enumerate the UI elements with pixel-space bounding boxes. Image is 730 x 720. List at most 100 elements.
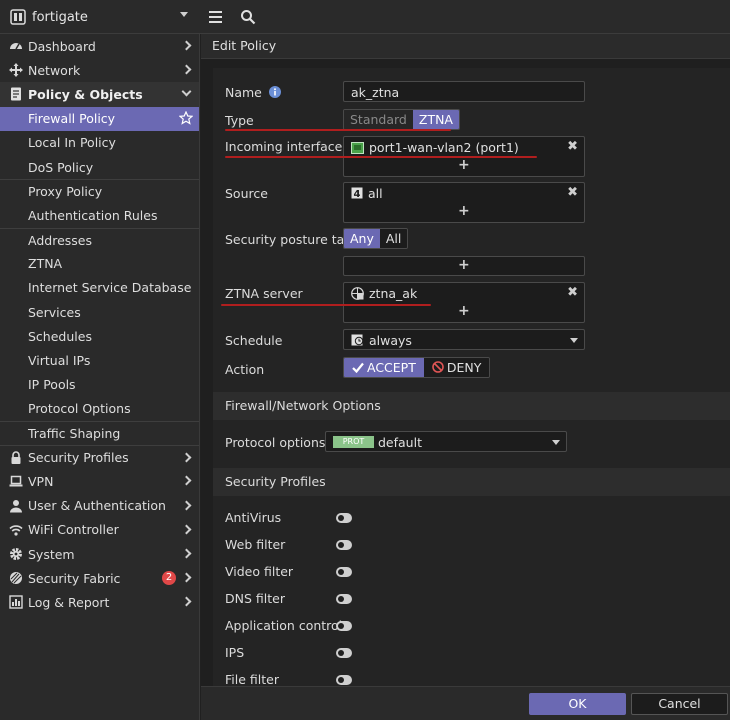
antivirus-label: AntiVirus xyxy=(225,510,282,525)
dns-filter-label: DNS filter xyxy=(225,591,285,606)
annotation-underline xyxy=(221,304,431,306)
chevron-down-icon xyxy=(180,12,188,17)
type-standard-option[interactable]: Standard xyxy=(344,110,413,129)
file-filter-label: File filter xyxy=(225,672,279,686)
close-icon[interactable]: ✖ xyxy=(567,139,578,154)
source-label: Source xyxy=(225,186,268,201)
add-ztna-server-button[interactable]: + xyxy=(458,303,470,319)
deny-icon xyxy=(432,361,444,373)
security-profiles-header: Security Profiles xyxy=(213,468,730,496)
device-name: fortigate xyxy=(32,9,88,25)
ok-button[interactable]: OK xyxy=(529,693,626,715)
sidebar-item-wifi-controller[interactable]: WiFi Controller xyxy=(0,518,199,542)
search-icon[interactable] xyxy=(240,9,256,25)
dialog-footer: OK Cancel xyxy=(201,686,730,720)
action-accept-label: ACCEPT xyxy=(367,360,416,375)
action-deny-option[interactable]: DENY xyxy=(423,358,490,377)
sidebar-item-dos-policy[interactable]: DoS Policy xyxy=(0,155,199,179)
star-icon[interactable] xyxy=(179,110,193,125)
sidebar-item-schedules[interactable]: Schedules xyxy=(0,324,199,348)
protocol-options-select[interactable]: PROT default xyxy=(325,431,567,452)
name-label: Name xyxy=(225,85,281,100)
notification-badge: 2 xyxy=(162,571,176,586)
device-selector[interactable]: fortigate xyxy=(0,0,200,34)
sidebar-item-policy-objects[interactable]: Policy & Objects xyxy=(0,82,199,107)
sidebar-item-label: VPN xyxy=(28,473,54,489)
sidebar-item-authentication-rules[interactable]: Authentication Rules xyxy=(0,203,199,227)
add-source-button[interactable]: + xyxy=(458,203,470,219)
security-posture-tag-field[interactable]: + xyxy=(343,256,585,276)
laptop-icon xyxy=(9,476,23,487)
security-posture-tag-label: Security posture tag xyxy=(225,232,353,247)
chevron-down-icon xyxy=(570,338,578,343)
application-control-toggle[interactable] xyxy=(336,621,352,631)
web-filter-toggle[interactable] xyxy=(336,540,352,550)
posture-any-option[interactable]: Any xyxy=(344,229,380,248)
add-posture-tag-button[interactable]: + xyxy=(458,257,470,273)
action-toggle: ACCEPT DENY xyxy=(343,357,491,378)
close-icon[interactable]: ✖ xyxy=(567,285,578,300)
network-icon xyxy=(9,63,23,78)
sidebar-item-vpn[interactable]: VPN xyxy=(0,469,199,493)
type-ztna-option[interactable]: ZTNA xyxy=(412,110,459,129)
address-icon: 4 xyxy=(351,187,363,199)
hamburger-menu-icon[interactable] xyxy=(208,9,224,25)
video-filter-toggle[interactable] xyxy=(336,567,352,577)
chevron-down-icon xyxy=(552,440,560,445)
sidebar-item-label: Policy & Objects xyxy=(28,86,143,102)
sidebar-item-local-in-policy[interactable]: Local In Policy xyxy=(0,131,199,155)
sidebar-item-internet-service-database[interactable]: Internet Service Database xyxy=(0,276,199,300)
incoming-interface-label: Incoming interface xyxy=(225,139,343,154)
sidebar-item-security-fabric[interactable]: Security Fabric 2 xyxy=(0,566,199,590)
protocol-tag: PROT xyxy=(333,436,374,448)
schedule-value: always xyxy=(369,333,412,348)
sidebar-item-label: Dashboard xyxy=(28,38,96,54)
sidebar-item-security-profiles[interactable]: Security Profiles xyxy=(0,445,199,469)
sidebar-item-label: Security Profiles xyxy=(28,450,129,466)
sidebar-item-label: Schedules xyxy=(28,328,92,344)
sidebar-item-label: Authentication Rules xyxy=(28,207,158,223)
sidebar-item-protocol-options[interactable]: Protocol Options xyxy=(0,397,199,421)
sidebar-item-proxy-policy[interactable]: Proxy Policy xyxy=(0,179,199,203)
user-icon xyxy=(10,499,22,513)
dns-filter-toggle[interactable] xyxy=(336,594,352,604)
sidebar-item-user-authentication[interactable]: User & Authentication xyxy=(0,494,199,518)
chevron-right-icon xyxy=(181,548,192,559)
type-toggle: Standard ZTNA xyxy=(343,109,460,130)
posture-all-option[interactable]: All xyxy=(379,229,408,248)
sidebar-item-network[interactable]: Network xyxy=(0,58,199,82)
incoming-interface-value: port1-wan-vlan2 (port1) xyxy=(369,140,519,155)
sidebar-item-addresses[interactable]: Addresses xyxy=(0,227,199,252)
sidebar-item-firewall-policy[interactable]: Firewall Policy xyxy=(0,106,199,131)
action-accept-option[interactable]: ACCEPT xyxy=(344,358,424,377)
add-incoming-interface-button[interactable]: + xyxy=(458,157,470,173)
top-bar: fortigate xyxy=(0,0,730,34)
sidebar-item-ip-pools[interactable]: IP Pools xyxy=(0,373,199,397)
source-field[interactable]: 4 all ✖ + xyxy=(343,182,585,223)
name-label-text: Name xyxy=(225,85,262,100)
antivirus-toggle[interactable] xyxy=(336,513,352,523)
ztna-server-label: ZTNA server xyxy=(225,286,303,301)
close-icon[interactable]: ✖ xyxy=(567,185,578,200)
sidebar-item-services[interactable]: Services xyxy=(0,300,199,324)
sidebar-item-virtual-ips[interactable]: Virtual IPs xyxy=(0,348,199,372)
lock-icon xyxy=(11,451,21,465)
ztna-server-icon xyxy=(351,287,364,300)
sidebar-item-log-report[interactable]: Log & Report xyxy=(0,590,199,614)
sidebar-item-label: Internet Service Database xyxy=(28,280,192,296)
ips-toggle[interactable] xyxy=(336,648,352,658)
type-label: Type xyxy=(225,113,254,128)
schedule-select[interactable]: always xyxy=(343,329,585,350)
protocol-options-value: default xyxy=(378,435,422,450)
cancel-button[interactable]: Cancel xyxy=(631,693,728,715)
ztna-server-field[interactable]: ztna_ak ✖ + xyxy=(343,282,585,323)
sidebar-item-label: Services xyxy=(28,304,81,320)
sidebar-item-ztna[interactable]: ZTNA xyxy=(0,252,199,276)
info-icon[interactable] xyxy=(268,86,281,98)
name-input[interactable]: ak_ztna xyxy=(343,81,585,102)
security-fabric-icon xyxy=(10,572,22,585)
sidebar-item-system[interactable]: System xyxy=(0,542,199,566)
file-filter-toggle[interactable] xyxy=(336,675,352,685)
sidebar-item-dashboard[interactable]: Dashboard xyxy=(0,34,199,58)
sidebar-item-traffic-shaping[interactable]: Traffic Shaping xyxy=(0,421,199,445)
